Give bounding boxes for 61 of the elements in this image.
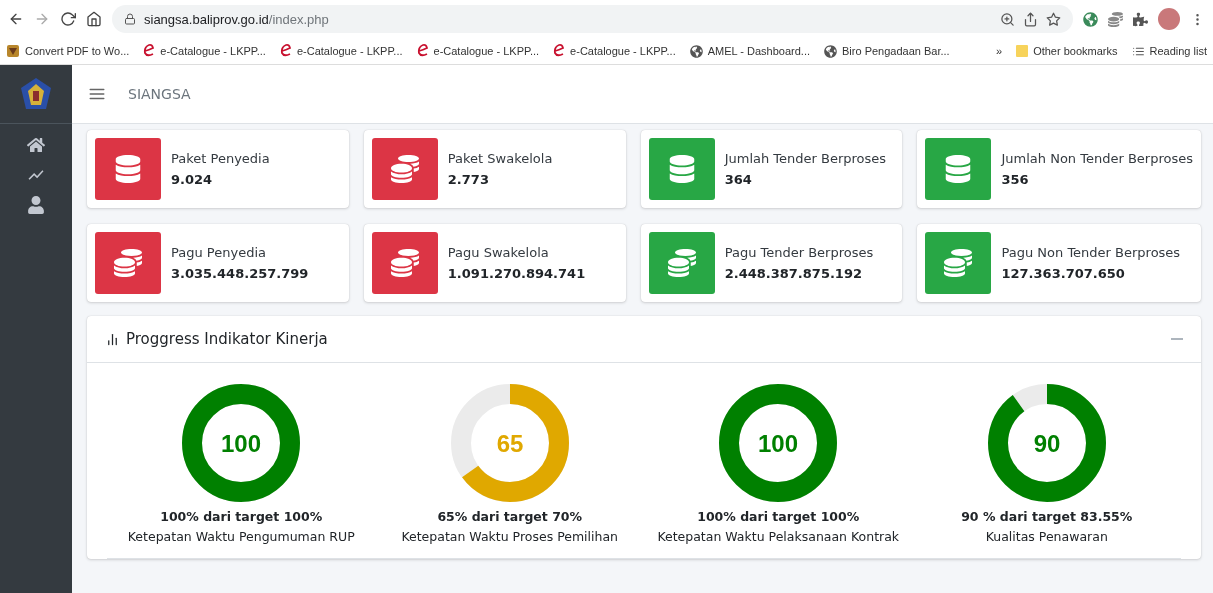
bookmark-link[interactable]: e-Catalogue - LKPP... (296, 45, 403, 57)
indicator-label: Ketepatan Waktu Pelaksanaan Kontrak (657, 529, 900, 544)
indicator-summary: 65% dari target 70% (437, 509, 583, 524)
stat-label: Paket Penyedia (171, 151, 270, 166)
stat-value: 364 (724, 172, 753, 187)
donut-gauge: 100 (181, 383, 302, 503)
bookmark-folder[interactable]: Other bookmarks (1033, 45, 1118, 57)
app-title: SIANGSA (128, 86, 191, 102)
indicator-label: Ketepatan Waktu Pengumuman RUP (127, 529, 355, 544)
donut-gauge: 90 (986, 383, 1107, 503)
reading-list-link[interactable]: Reading list (1149, 45, 1207, 57)
bookmark-link[interactable]: e-Catalogue - LKPP... (570, 45, 676, 57)
globe-icon (824, 44, 837, 58)
lock-icon (124, 13, 136, 25)
indicator-summary: 90 % dari target 83.55% (961, 509, 1133, 524)
home-icon[interactable] (27, 136, 45, 154)
stat-label: Jumlah Non Tender Berproses (1001, 151, 1193, 166)
share-icon[interactable] (1023, 11, 1038, 27)
globe-icon (689, 44, 703, 58)
indicator-summary: 100% dari target 100% (697, 509, 860, 524)
url-text: siangsa.baliprov.go.id/index.php (144, 11, 329, 27)
puzzle-icon[interactable] (1133, 11, 1148, 27)
bar-chart-icon (105, 331, 120, 347)
star-icon[interactable] (1046, 11, 1061, 27)
pdf-app-icon (6, 44, 20, 58)
stat-label: Pagu Non Tender Berproses (1001, 245, 1181, 260)
stat-label: Pagu Tender Berproses (724, 245, 874, 260)
stat-value: 2.773 (447, 172, 490, 187)
indicator-label: Kualitas Penawaran (985, 529, 1108, 544)
donut-gauge: 65 (449, 383, 570, 503)
bookmark-link[interactable]: Convert PDF to Wo... (25, 45, 130, 57)
bookmark-link[interactable]: AMEL - Dashboard... (707, 45, 810, 57)
stat-value: 127.363.707.650 (1001, 266, 1126, 281)
folder-icon (1016, 44, 1029, 58)
extension-icon[interactable] (1108, 11, 1123, 27)
zoom-icon[interactable] (1000, 11, 1015, 27)
stat-label: Pagu Penyedia (171, 245, 267, 260)
emblem-logo (20, 77, 52, 111)
stat-value: 9.024 (171, 172, 214, 187)
profile-avatar[interactable] (1158, 8, 1180, 30)
bookmark-link[interactable]: e-Catalogue - LKPP... (433, 45, 540, 57)
extension-icon[interactable] (1083, 11, 1098, 27)
user-icon[interactable] (27, 196, 45, 214)
donut-gauge: 100 (718, 383, 839, 503)
back-button[interactable] (8, 11, 24, 27)
stat-value: 2.448.387.875.192 (724, 266, 863, 281)
indicator-summary: 100% dari target 100% (160, 509, 323, 524)
stat-value: 356 (1001, 172, 1030, 187)
stat-label: Paket Swakelola (447, 151, 553, 166)
stat-value: 1.091.270.894.741 (447, 266, 586, 281)
reload-button[interactable] (60, 11, 76, 27)
home-button[interactable] (86, 11, 102, 27)
bookmark-link[interactable]: e-Catalogue - LKPP... (160, 45, 266, 57)
panel-title: Proggress Indikator Kinerja (126, 330, 328, 348)
address-bar[interactable]: siangsa.baliprov.go.id/index.php (112, 5, 1073, 33)
indicator-label: Ketepatan Waktu Proses Pemilihan (401, 529, 619, 544)
bookmark-link[interactable]: Biro Pengadaan Bar... (842, 45, 950, 57)
stat-value: 3.035.448.257.799 (171, 266, 309, 281)
stat-label: Jumlah Tender Berproses (724, 151, 887, 166)
bookmarks-overflow-button[interactable]: » (996, 45, 1003, 57)
stat-label: Pagu Swakelola (447, 245, 550, 260)
